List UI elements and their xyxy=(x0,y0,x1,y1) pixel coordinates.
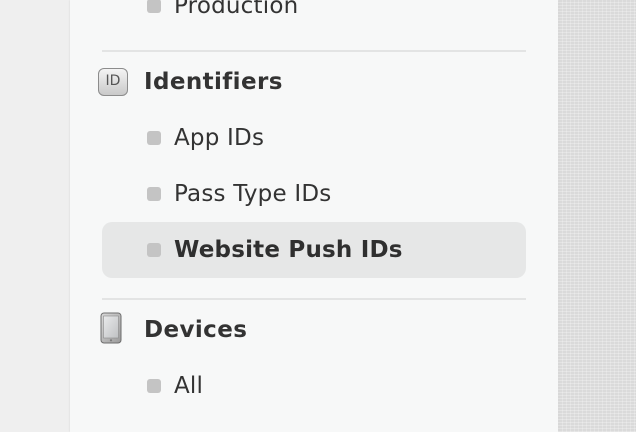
bullet-icon xyxy=(147,131,161,145)
page-background-left xyxy=(0,0,70,432)
bullet-icon xyxy=(147,379,161,393)
page-background-right xyxy=(558,0,636,432)
bullet-icon xyxy=(147,0,161,13)
id-badge-icon: ID xyxy=(98,68,128,96)
sidebar-item-label: Production xyxy=(174,0,299,19)
sidebar-item-label: Website Push IDs xyxy=(174,237,403,263)
sidebar: Production ID Identifiers App IDs Pass T… xyxy=(70,0,558,432)
sidebar-item-label: Pass Type IDs xyxy=(174,181,332,207)
sidebar-item-all-devices[interactable]: All xyxy=(102,358,526,414)
sidebar-item-label: All xyxy=(174,373,204,399)
bullet-icon xyxy=(147,187,161,201)
sidebar-item-pass-type-ids[interactable]: Pass Type IDs xyxy=(102,166,526,222)
sidebar-item-label: App IDs xyxy=(174,125,265,151)
ipad-device-icon xyxy=(98,312,124,348)
section-header-devices: Devices xyxy=(96,310,526,350)
sidebar-item-production[interactable]: Production xyxy=(102,0,526,34)
section-divider xyxy=(102,298,526,300)
section-header-identifiers: ID Identifiers xyxy=(96,62,526,102)
sidebar-item-app-ids[interactable]: App IDs xyxy=(102,110,526,166)
section-title: Identifiers xyxy=(144,69,283,95)
sidebar-item-website-push-ids[interactable]: Website Push IDs xyxy=(102,222,526,278)
bullet-icon xyxy=(147,243,161,257)
section-title: Devices xyxy=(144,317,248,343)
section-divider xyxy=(102,50,526,52)
